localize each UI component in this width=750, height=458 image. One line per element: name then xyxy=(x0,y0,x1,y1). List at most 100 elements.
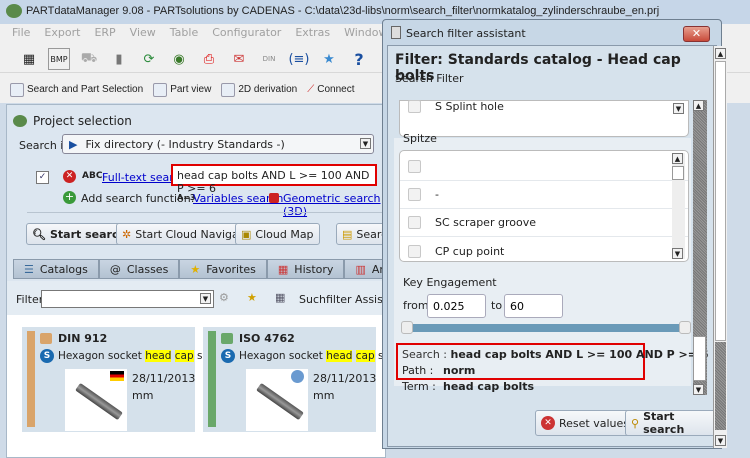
din-icon[interactable]: DIN xyxy=(258,48,280,70)
tab-favorites[interactable]: ★ Favorites xyxy=(179,259,267,279)
geometric-search-link[interactable]: Geometric search (3D) xyxy=(283,192,385,218)
catalog-color-bar xyxy=(27,331,35,427)
label: Start search xyxy=(49,227,127,241)
remove-icon[interactable]: ✕ xyxy=(63,170,76,183)
highlight: head xyxy=(326,350,353,362)
option-checkbox[interactable] xyxy=(408,244,421,258)
table-icon[interactable]: ▦ xyxy=(18,48,40,70)
truck-icon[interactable]: ⛟ xyxy=(78,48,100,70)
inner-scrollbar[interactable]: ▲ ▼ xyxy=(693,100,707,395)
label: Connect xyxy=(317,84,355,95)
list-icon[interactable]: (≡) xyxy=(288,48,310,70)
list-scrollbar[interactable]: ▲ ▼ xyxy=(672,153,685,259)
to-input[interactable] xyxy=(504,294,563,318)
standard-icon: S xyxy=(221,349,235,363)
option-checkbox[interactable] xyxy=(408,216,421,229)
option-checkbox[interactable] xyxy=(408,188,421,201)
chevron-up-icon[interactable]: ▲ xyxy=(715,48,726,59)
option-label: - xyxy=(435,188,439,201)
result-card-iso4762[interactable]: ISO 4762 S Hexagon socket head cap screw… xyxy=(203,327,408,432)
help-icon[interactable]: ? xyxy=(348,48,370,70)
connect-button[interactable]: ⟋ Connect xyxy=(307,84,354,95)
option-label: CP cup point xyxy=(435,244,505,258)
star-icon[interactable]: ★ xyxy=(318,48,340,70)
standard-icon: S xyxy=(40,349,54,363)
settings-gear-icon[interactable]: ⚙ xyxy=(219,291,229,304)
tab-catalogs[interactable]: ☰ Catalogs xyxy=(13,259,99,279)
slider-min-handle[interactable] xyxy=(401,321,413,334)
refresh-globe-icon[interactable]: ⟳ xyxy=(138,48,160,70)
part-view-button[interactable]: Part view xyxy=(153,82,212,97)
at-icon: @ xyxy=(109,262,121,276)
menu-window[interactable]: Window xyxy=(344,26,387,43)
filter-select[interactable]: ▼ xyxy=(41,290,214,308)
2d-derivation-button[interactable]: 2D derivation xyxy=(221,82,297,97)
app-icon xyxy=(6,4,22,18)
reset-values-button[interactable]: ✕ Reset values xyxy=(535,410,636,436)
menu-file[interactable]: File xyxy=(12,26,30,43)
range-slider-track[interactable] xyxy=(405,324,689,332)
filter-icon: ▤ xyxy=(342,227,353,241)
mail-icon[interactable]: ✉ xyxy=(228,48,250,70)
result-card-din912[interactable]: DIN 912 S Hexagon socket head cap screw … xyxy=(22,327,227,432)
menu-export[interactable]: Export xyxy=(44,26,80,43)
label: Classes xyxy=(126,262,169,276)
option-label: SC scraper groove xyxy=(435,216,536,229)
chevron-down-icon[interactable]: ▼ xyxy=(673,103,684,114)
network-icon: ✲ xyxy=(122,227,132,241)
option-label: S Splint hole xyxy=(435,99,504,113)
menu-table[interactable]: Table xyxy=(170,26,198,43)
save-table-icon[interactable]: ▦ xyxy=(275,291,285,304)
project-selection-panel: Project selection Search in ▶ Fix directo… xyxy=(6,104,416,458)
search-part-selection-button[interactable]: Search and Part Selection xyxy=(10,82,143,97)
menu-view[interactable]: View xyxy=(130,26,156,43)
phone-icon[interactable]: ▮ xyxy=(108,48,130,70)
part-date: 28/11/2013 xyxy=(313,372,377,385)
cloud-map-button[interactable]: ▣ Cloud Map xyxy=(235,223,320,245)
catalogs-icon: ☰ xyxy=(24,262,34,276)
drawing-icon xyxy=(221,82,236,97)
summary-search: Search : head cap bolts AND L >= 100 AND… xyxy=(402,348,708,361)
fulltext-checkbox[interactable]: ✓ xyxy=(36,171,49,184)
label: Part view xyxy=(170,84,212,95)
chevron-down-icon[interactable]: ▼ xyxy=(672,248,683,259)
tab-history[interactable]: ▦ History xyxy=(266,259,345,279)
chevron-up-icon[interactable]: ▲ xyxy=(672,153,683,164)
key-engagement-label: Key Engagement xyxy=(403,276,497,289)
menu-erp[interactable]: ERP xyxy=(94,26,115,43)
add-icon[interactable]: + xyxy=(63,191,76,204)
pdf-icon[interactable]: ⎙ xyxy=(198,48,220,70)
chevron-down-icon[interactable]: ▼ xyxy=(715,435,726,446)
package-icon xyxy=(40,333,52,344)
close-button[interactable]: ✕ xyxy=(683,26,710,42)
dialog-start-search-button[interactable]: ⚲ Start search xyxy=(625,410,721,436)
path-label: Path : xyxy=(402,364,434,377)
chart-icon: ▥ xyxy=(355,262,366,276)
label: Favorites xyxy=(206,262,256,276)
splint-checkbox[interactable] xyxy=(408,99,421,113)
fulltext-search-input[interactable]: head cap bolts AND L >= 100 AND P >= 6 xyxy=(171,164,377,195)
filter-subheading: Search Filter xyxy=(395,72,464,85)
from-input[interactable] xyxy=(427,294,486,318)
calendar-icon: ▦ xyxy=(277,262,289,276)
globe-icon[interactable]: ◉ xyxy=(168,48,190,70)
highlight: cap xyxy=(174,350,194,362)
save-star-icon[interactable]: ★ xyxy=(247,291,257,304)
chevron-up-icon[interactable]: ▲ xyxy=(693,100,704,111)
part-name: DIN 912 xyxy=(58,332,108,345)
desc-text: Hexagon socket xyxy=(239,350,327,362)
project-icon xyxy=(13,115,27,127)
slider-max-handle[interactable] xyxy=(679,321,691,334)
bmp-icon[interactable]: BMP xyxy=(48,48,70,70)
menu-configurator[interactable]: Configurator xyxy=(212,26,281,43)
tab-classes[interactable]: @ Classes xyxy=(98,259,180,279)
chevron-down-icon[interactable]: ▼ xyxy=(693,384,704,395)
magnifier-icon: ⚲ xyxy=(631,416,640,430)
search-in-select[interactable]: ▶ Fix directory (- Industry Standards -) … xyxy=(62,134,374,154)
dialog-scrollbar[interactable]: ▲ ▼ xyxy=(713,46,727,448)
menu-extras[interactable]: Extras xyxy=(295,26,330,43)
label: Search : xyxy=(402,348,447,361)
search-filter-dialog: Search filter assistant ✕ Filter: Standa… xyxy=(382,19,722,449)
option-checkbox[interactable] xyxy=(408,160,421,173)
highlight: head xyxy=(145,350,172,362)
